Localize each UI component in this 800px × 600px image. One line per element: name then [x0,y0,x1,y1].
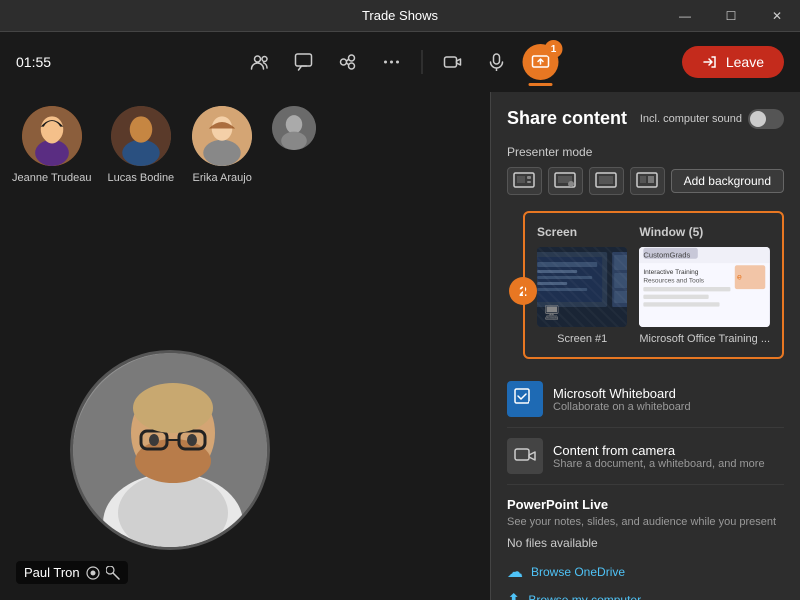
maximize-button[interactable]: ☐ [708,0,754,32]
avatar-jeanne[interactable] [20,104,84,168]
whiteboard-icon [507,381,543,417]
browse-onedrive-link[interactable]: ☁ Browse OneDrive [507,558,784,586]
camera-icon [507,438,543,474]
toolbar-center: 1 [242,44,559,80]
window-title: Trade Shows [362,8,438,23]
share-badge: 1 [545,40,563,58]
camera-title: Content from camera [553,443,765,458]
screen-thumbnail[interactable]: 🖥 [537,247,627,327]
toggle-knob [750,111,766,127]
participant-anon [270,104,318,156]
speaker-name-badge: Paul Tron [16,561,128,584]
ppt-title: PowerPoint Live [507,497,784,512]
toolbar-separator [422,50,423,74]
mic-button[interactable] [479,44,515,80]
computer-sound-label: Incl. computer sound [640,113,742,125]
main-content: Jeanne Trudeau Lucas Bodine [0,92,800,600]
add-background-button[interactable]: Add background [671,169,784,193]
presenter-mode-label: Presenter mode [507,145,784,159]
upload-icon: ⬆ [507,590,520,600]
screen-section-wrapper: 2 Screen [523,211,784,371]
powerpoint-section: PowerPoint Live See your notes, slides, … [507,485,784,600]
window-name: Microsoft Office Training ... [639,333,770,345]
whiteboard-text: Microsoft Whiteboard Collaborate on a wh… [553,386,691,413]
participant-jeanne: Jeanne Trudeau [12,104,92,184]
mode-btn-2[interactable] [548,167,583,195]
window-thumbnail[interactable]: CustomGrads Interactive Training Resourc… [639,247,770,327]
computer-sound-toggle: Incl. computer sound [640,109,784,129]
main-speaker-video [70,350,270,550]
leave-label: Leave [726,54,764,70]
mode-btn-1[interactable] [507,167,542,195]
screen-monitor-icon: 🖥 [543,304,561,321]
screen-section: Screen [523,211,784,359]
svg-text:e: e [737,271,742,281]
avatar-erika[interactable] [190,104,254,168]
svg-text:Interactive Training: Interactive Training [644,269,699,276]
whiteboard-title: Microsoft Whiteboard [553,386,691,401]
chat-button[interactable] [286,44,322,80]
onedrive-icon: ☁ [507,562,523,582]
participant-name-lucas: Lucas Bodine [108,172,175,184]
camera-button[interactable] [435,44,471,80]
mode-btn-4[interactable] [630,167,665,195]
svg-text:Resources and Tools: Resources and Tools [644,278,705,285]
whiteboard-desc: Collaborate on a whiteboard [553,401,691,413]
toolbar: 01:55 [0,32,800,92]
camera-desc: Share a document, a whiteboard, and more [553,458,765,470]
participant-name-erika: Erika Araujo [193,172,252,184]
screen-name: Screen #1 [537,333,627,345]
breakout-button[interactable] [330,44,366,80]
more-button[interactable] [374,44,410,80]
mode-btn-3[interactable] [589,167,624,195]
people-button[interactable] [242,44,278,80]
window-controls: — ☐ ✕ [662,0,800,32]
no-files-label: No files available [507,536,784,550]
share-screen-button[interactable]: 1 [523,44,559,80]
participants-row: Jeanne Trudeau Lucas Bodine [12,104,478,184]
camera-option[interactable]: Content from camera Share a document, a … [507,428,784,485]
screen-col: Screen [537,225,627,345]
participant-name-jeanne: Jeanne Trudeau [12,172,92,184]
browse-computer-label: Browse my computer [528,593,641,600]
screen-col-title: Screen [537,225,627,239]
speaker-name-bar: Paul Tron [16,561,128,584]
toggle-sound[interactable] [748,109,784,129]
video-area: Jeanne Trudeau Lucas Bodine [0,92,490,600]
avatar-anon[interactable] [270,104,318,152]
camera-text: Content from camera Share a document, a … [553,443,765,470]
svg-text:CustomGrads: CustomGrads [644,251,691,260]
call-timer: 01:55 [16,54,51,70]
speaker-name-text: Paul Tron [24,565,80,580]
whiteboard-option[interactable]: Microsoft Whiteboard Collaborate on a wh… [507,371,784,428]
window-col: Window (5) CustomGrads Interactive Train… [639,225,770,345]
avatar-lucas[interactable] [109,104,173,168]
browse-onedrive-label: Browse OneDrive [531,565,625,579]
screen-window-row: Screen [537,225,770,345]
browse-computer-link[interactable]: ⬆ Browse my computer [507,586,784,600]
minimize-button[interactable]: — [662,0,708,32]
panel-title: Share content [507,108,627,129]
participant-lucas: Lucas Bodine [108,104,175,184]
presenter-modes: Add background [507,167,784,195]
titlebar: Trade Shows — ☐ ✕ [0,0,800,32]
participant-erika: Erika Araujo [190,104,254,184]
window-col-title: Window (5) [639,225,770,239]
share-panel: Share content Incl. computer sound Prese… [490,92,800,600]
leave-button[interactable]: Leave [682,46,784,78]
panel-header: Share content Incl. computer sound [507,108,784,129]
close-button[interactable]: ✕ [754,0,800,32]
ppt-desc: See your notes, slides, and audience whi… [507,516,784,528]
